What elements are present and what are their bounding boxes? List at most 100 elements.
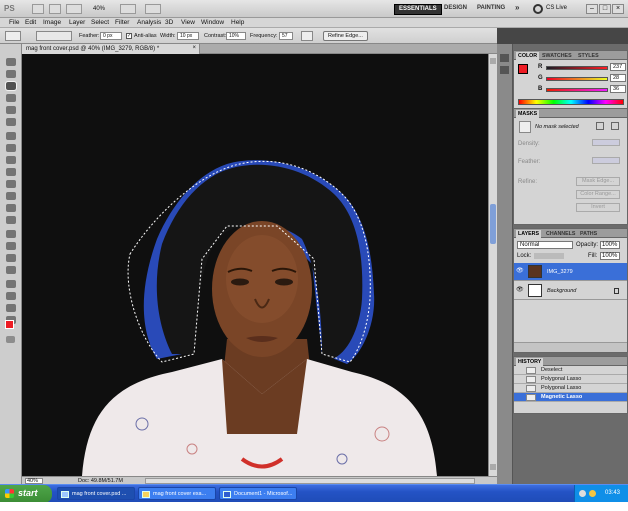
menu-layer[interactable]: Layer xyxy=(69,19,85,26)
pen-tool-icon[interactable] xyxy=(6,230,16,238)
marquee-tool-icon[interactable] xyxy=(6,70,16,78)
move-tool-icon[interactable] xyxy=(6,58,16,66)
tool-preset-icon[interactable] xyxy=(5,31,21,41)
menu-image[interactable]: Image xyxy=(43,19,61,26)
history-item[interactable]: Polygonal Lasso xyxy=(514,384,627,393)
history-item[interactable]: Polygonal Lasso xyxy=(514,375,627,384)
view-extras-icon[interactable] xyxy=(66,4,82,14)
vertical-scrollbar[interactable] xyxy=(488,54,497,476)
width-input[interactable]: 10 px xyxy=(177,32,199,40)
document-tab[interactable]: mag front cover.psd @ 40% (IMG_3279, RGB… xyxy=(22,44,200,54)
hand-tool-icon[interactable] xyxy=(6,304,16,312)
eraser-tool-icon[interactable] xyxy=(6,180,16,188)
shape-tool-icon[interactable] xyxy=(6,266,16,274)
feather-input[interactable]: 0 px xyxy=(100,32,122,40)
menu-filter[interactable]: Filter xyxy=(115,19,129,26)
workspace-painting[interactable]: PAINTING xyxy=(473,4,509,15)
eyedropper-tool-icon[interactable] xyxy=(6,118,16,126)
cs-live-icon[interactable] xyxy=(533,4,543,14)
tab-layers[interactable]: LAYERS xyxy=(516,230,541,238)
panel-icon[interactable] xyxy=(500,54,509,62)
cs-live-label[interactable]: CS Live xyxy=(546,5,567,11)
r-slider[interactable] xyxy=(546,66,608,70)
invert-button[interactable]: Invert xyxy=(576,203,620,212)
mask-edge-button[interactable]: Mask Edge... xyxy=(576,177,620,186)
g-value-input[interactable]: 28 xyxy=(610,74,626,82)
dodge-tool-icon[interactable] xyxy=(6,216,16,224)
g-slider[interactable] xyxy=(546,77,608,81)
fill-input[interactable]: 100% xyxy=(600,252,620,260)
density-input[interactable] xyxy=(592,139,620,146)
taskbar-item-folder[interactable]: mag front cover exa... xyxy=(138,487,216,500)
tray-icon[interactable] xyxy=(579,490,586,497)
layer-row-img3279[interactable]: 👁 IMG_3279 xyxy=(514,263,627,281)
more-workspaces-icon[interactable]: » xyxy=(511,2,523,13)
taskbar-item-photoshop[interactable]: mag front cover.psd ... xyxy=(57,487,135,500)
healing-brush-tool-icon[interactable] xyxy=(6,132,16,140)
screen-mode-icon[interactable] xyxy=(145,4,161,14)
menu-select[interactable]: Select xyxy=(91,19,109,26)
clone-stamp-tool-icon[interactable] xyxy=(6,156,16,164)
tablet-pressure-icon[interactable] xyxy=(301,31,313,41)
vector-mask-icon[interactable] xyxy=(611,122,619,130)
workspace-design[interactable]: DESIGN xyxy=(440,4,471,15)
layer-row-background[interactable]: 👁 Background xyxy=(514,282,627,300)
path-selection-tool-icon[interactable] xyxy=(6,254,16,262)
scroll-up-icon[interactable] xyxy=(490,58,496,64)
lasso-tool-icon[interactable] xyxy=(5,81,17,91)
anti-alias-checkbox[interactable]: ✓ xyxy=(126,33,132,39)
feather-input[interactable] xyxy=(592,157,620,164)
foreground-color-swatch[interactable] xyxy=(5,320,14,329)
pixel-mask-icon[interactable] xyxy=(596,122,604,130)
color-range-button[interactable]: Color Range... xyxy=(576,190,620,199)
tab-swatches[interactable]: SWATCHES xyxy=(540,52,574,60)
menu-3d[interactable]: 3D xyxy=(165,19,173,26)
quick-mask-icon[interactable] xyxy=(6,336,15,343)
tab-masks[interactable]: MASKS xyxy=(516,110,540,118)
history-item-selected[interactable]: Magnetic Lasso xyxy=(514,393,627,402)
arrange-documents-icon[interactable] xyxy=(120,4,136,14)
tray-icon[interactable] xyxy=(589,490,596,497)
maximize-button[interactable]: □ xyxy=(599,4,611,14)
gradient-tool-icon[interactable] xyxy=(6,192,16,200)
menu-analysis[interactable]: Analysis xyxy=(137,19,161,26)
3d-rotate-tool-icon[interactable] xyxy=(6,280,16,288)
tab-styles[interactable]: STYLES xyxy=(576,52,601,60)
bridge-icon[interactable] xyxy=(32,4,44,14)
foreground-color-chip[interactable] xyxy=(518,64,528,74)
lock-icons[interactable] xyxy=(534,253,564,259)
menu-view[interactable]: View xyxy=(181,19,195,26)
zoom-level[interactable]: 40% xyxy=(93,6,105,12)
scroll-thumb[interactable] xyxy=(490,204,496,244)
blur-tool-icon[interactable] xyxy=(6,204,16,212)
b-slider[interactable] xyxy=(546,88,608,92)
taskbar-item-word[interactable]: Document1 - Microsof... xyxy=(219,487,297,500)
menu-window[interactable]: Window xyxy=(201,19,224,26)
frequency-input[interactable]: 57 xyxy=(279,32,293,40)
quick-selection-tool-icon[interactable] xyxy=(6,94,16,102)
tab-history[interactable]: HISTORY xyxy=(516,358,544,366)
visibility-eye-icon[interactable]: 👁 xyxy=(516,268,524,274)
scroll-down-icon[interactable] xyxy=(490,464,496,470)
history-brush-tool-icon[interactable] xyxy=(6,168,16,176)
brush-tool-icon[interactable] xyxy=(6,144,16,152)
refine-edge-button[interactable]: Refine Edge... xyxy=(323,31,368,41)
visibility-eye-icon[interactable]: 👁 xyxy=(516,287,524,293)
3d-orbit-tool-icon[interactable] xyxy=(6,292,16,300)
history-item[interactable]: Deselect xyxy=(514,366,627,375)
selection-mode-icons[interactable] xyxy=(36,31,72,41)
opacity-input[interactable]: 100% xyxy=(600,241,620,249)
tab-paths[interactable]: PATHS xyxy=(578,230,599,238)
tab-channels[interactable]: CHANNELS xyxy=(544,230,577,238)
panel-icon[interactable] xyxy=(500,66,509,74)
menu-file[interactable]: File xyxy=(9,19,19,26)
workspace-essentials[interactable]: ESSENTIALS xyxy=(394,4,442,15)
contrast-input[interactable]: 10% xyxy=(226,32,246,40)
document-canvas[interactable] xyxy=(22,54,488,476)
crop-tool-icon[interactable] xyxy=(6,106,16,114)
r-value-input[interactable]: 237 xyxy=(610,63,626,71)
b-value-input[interactable]: 36 xyxy=(610,85,626,93)
menu-help[interactable]: Help xyxy=(231,19,244,26)
menu-edit[interactable]: Edit xyxy=(25,19,36,26)
mini-bridge-icon[interactable] xyxy=(49,4,61,14)
